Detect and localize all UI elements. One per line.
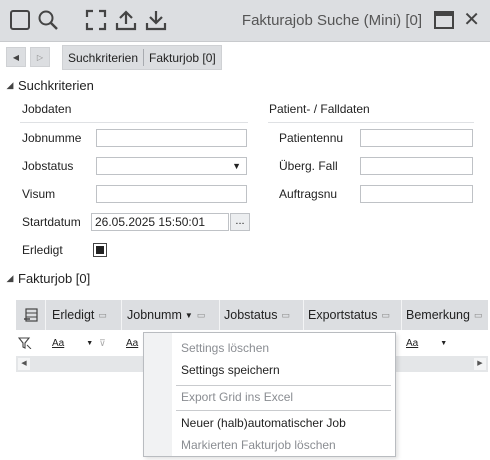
pin-icon[interactable]: ▭ bbox=[282, 310, 291, 321]
column-header-jobnummer[interactable]: Jobnumm ▼ ▭ bbox=[122, 300, 220, 330]
context-menu: Settings löschen Settings speichern Expo… bbox=[143, 332, 396, 457]
startdatum-input[interactable]: 26.05.2025 15:50:01 bbox=[91, 213, 229, 231]
collapse-icon[interactable]: ◢ bbox=[2, 273, 18, 284]
nav-forward-icon[interactable]: ▷ bbox=[30, 47, 50, 67]
context-menu-gutter bbox=[144, 333, 172, 456]
filter-cell-erledigt[interactable]: Aa ▼ ⊽ bbox=[52, 333, 122, 353]
sort-desc-icon[interactable]: ▼ bbox=[185, 311, 193, 320]
column-header-bemerkung[interactable]: Bemerkung ▭ bbox=[402, 300, 488, 330]
fullscreen-icon[interactable] bbox=[84, 8, 108, 32]
download-icon[interactable] bbox=[144, 8, 168, 32]
main-toolbar: Fakturajob Suche (Mini) [0] ✕ bbox=[0, 0, 490, 42]
column-header-exportstatus[interactable]: Exportstatus ▭ bbox=[304, 300, 402, 330]
column-header-label: Bemerkung bbox=[406, 308, 470, 322]
pin-icon[interactable]: ▭ bbox=[474, 310, 483, 321]
column-chooser-icon[interactable] bbox=[16, 300, 46, 330]
menu-separator bbox=[176, 410, 391, 411]
breadcrumb-item-suchkriterien[interactable]: Suchkriterien bbox=[63, 51, 143, 65]
menu-item-fakturjob-loeschen[interactable]: Markierten Fakturjob löschen bbox=[181, 435, 336, 455]
auftragsnummer-input[interactable] bbox=[360, 185, 473, 203]
section-title: Fakturjob [0] bbox=[18, 270, 91, 286]
filter-operator: Aa bbox=[126, 337, 139, 349]
column-header-erledigt[interactable]: Erledigt ▭ bbox=[46, 300, 122, 330]
startdatum-label: Startdatum bbox=[22, 215, 81, 229]
section-header-suchkriterien[interactable]: ◢ Suchkriterien bbox=[2, 75, 488, 95]
section-header-fakturjob[interactable]: ◢ Fakturjob [0] bbox=[2, 268, 488, 288]
pin-icon[interactable]: ▭ bbox=[98, 310, 107, 321]
breadcrumb-item-fakturjob[interactable]: Fakturjob [0] bbox=[144, 51, 221, 65]
menu-item-neuer-job[interactable]: Neuer (halb)automatischer Job bbox=[181, 413, 346, 433]
grid-header-row: Erledigt ▭ Jobnumm ▼ ▭ Jobstatus ▭ Exportsta… bbox=[16, 300, 488, 330]
search-icon[interactable] bbox=[36, 8, 60, 32]
close-icon[interactable]: ✕ bbox=[463, 8, 480, 32]
section-title: Suchkriterien bbox=[18, 77, 94, 93]
visum-label: Visum bbox=[22, 187, 56, 201]
menu-item-settings-speichern[interactable]: Settings speichern bbox=[181, 360, 280, 380]
window-title: Fakturajob Suche (Mini) [0] bbox=[241, 12, 422, 29]
date-picker-button[interactable]: ... bbox=[230, 213, 250, 231]
jobstatus-label: Jobstatus bbox=[22, 159, 74, 173]
filter-operator: Aa bbox=[406, 337, 419, 349]
scroll-left-icon[interactable]: ◀ bbox=[18, 358, 30, 370]
menu-item-export-excel[interactable]: Export Grid ins Excel bbox=[181, 387, 293, 407]
collapse-icon[interactable]: ◢ bbox=[2, 80, 18, 91]
group-divider bbox=[20, 122, 248, 123]
patientennummer-label: Patientennu bbox=[279, 131, 344, 145]
column-header-label: Jobstatus bbox=[224, 308, 278, 322]
column-header-label: Jobnumm bbox=[127, 308, 182, 322]
scroll-right-icon[interactable]: ▶ bbox=[474, 358, 486, 370]
jobnummer-label: Jobnumme bbox=[22, 131, 82, 145]
clear-filter-icon[interactable]: ⊽ bbox=[99, 338, 106, 349]
select-mode-icon[interactable] bbox=[8, 8, 32, 32]
menu-separator bbox=[176, 385, 391, 386]
chevron-down-icon[interactable]: ▼ bbox=[232, 158, 241, 174]
column-header-label: Exportstatus bbox=[308, 308, 378, 322]
navigation-bar: ◀ ▷ Suchkriterien Fakturjob [0] bbox=[0, 42, 490, 72]
patientennummer-input[interactable] bbox=[360, 129, 473, 147]
column-header-label: Erledigt bbox=[52, 308, 95, 322]
erledigt-checkbox[interactable] bbox=[93, 243, 107, 257]
breadcrumb: Suchkriterien Fakturjob [0] bbox=[62, 45, 222, 70]
uebergeordneter-fall-label: Überg. Fall bbox=[279, 159, 338, 173]
auftragsnummer-label: Auftragsnu bbox=[279, 187, 338, 201]
erledigt-label: Erledigt bbox=[22, 243, 63, 257]
pin-icon[interactable]: ▭ bbox=[381, 310, 390, 321]
group-title-patientdaten: Patient- / Falldaten bbox=[269, 102, 370, 116]
menu-item-settings-loeschen[interactable]: Settings löschen bbox=[181, 338, 269, 358]
uebergeordneter-fall-input[interactable] bbox=[360, 157, 473, 175]
maximize-icon[interactable] bbox=[434, 11, 454, 29]
upload-icon[interactable] bbox=[114, 8, 138, 32]
filter-cell-bemerkung[interactable]: Aa ▼ bbox=[406, 333, 488, 353]
filter-icon[interactable] bbox=[18, 333, 44, 353]
nav-back-icon[interactable]: ◀ bbox=[6, 47, 26, 67]
jobnummer-input[interactable] bbox=[96, 129, 247, 147]
column-header-jobstatus[interactable]: Jobstatus ▭ bbox=[220, 300, 304, 330]
jobstatus-select[interactable]: ▼ bbox=[96, 157, 247, 175]
pin-icon[interactable]: ▭ bbox=[197, 310, 206, 321]
chevron-down-icon[interactable]: ▼ bbox=[440, 340, 447, 347]
chevron-down-icon[interactable]: ▼ bbox=[86, 340, 93, 347]
visum-input[interactable] bbox=[96, 185, 247, 203]
filter-operator: Aa bbox=[52, 337, 65, 349]
group-title-jobdaten: Jobdaten bbox=[22, 102, 72, 116]
group-divider bbox=[268, 122, 474, 123]
